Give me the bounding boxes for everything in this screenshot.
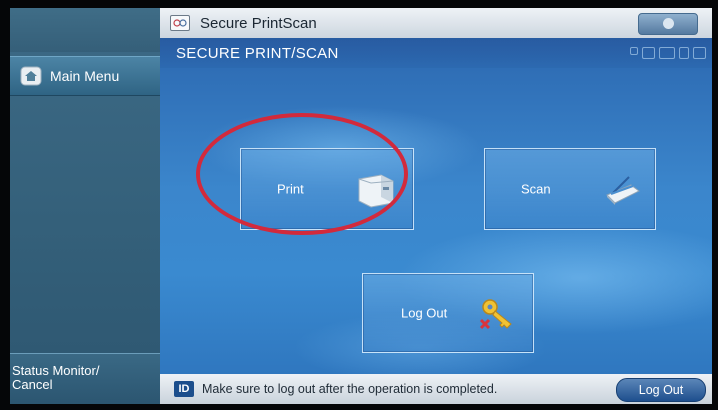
highlight-circle-annotation <box>196 113 408 235</box>
status-monitor-cancel-button[interactable]: Status Monitor/ Cancel <box>10 353 160 404</box>
screen: Main Menu Status Monitor/ Cancel Secure … <box>10 8 712 404</box>
scan-label: Scan <box>521 181 551 197</box>
home-icon <box>20 66 42 86</box>
status-message: Make sure to log out after the operation… <box>202 382 498 396</box>
main-menu-button[interactable]: Main Menu <box>10 56 160 96</box>
scan-button[interactable]: Scan <box>484 148 656 230</box>
header-decor-icons <box>630 47 706 59</box>
decor-square-icon <box>659 47 675 59</box>
title-bar: Secure PrintScan <box>160 8 712 38</box>
logout-button[interactable]: Log Out <box>616 378 706 402</box>
counter-check-button[interactable] <box>638 13 698 35</box>
logout-tile-label: Log Out <box>401 305 448 321</box>
counter-icon <box>663 18 674 29</box>
status-monitor-label: Status Monitor/ Cancel <box>12 363 100 392</box>
window-title: Secure PrintScan <box>200 14 317 32</box>
sidebar-top <box>10 8 160 52</box>
decor-square-icon <box>630 47 638 55</box>
key-logout-icon <box>479 296 519 335</box>
decor-square-icon <box>693 47 706 59</box>
device-frame: Main Menu Status Monitor/ Cancel Secure … <box>0 0 718 410</box>
decor-square-icon <box>679 47 689 59</box>
status-bar: ID Make sure to log out after the operat… <box>160 374 712 404</box>
sidebar: Main Menu Status Monitor/ Cancel <box>10 8 160 404</box>
id-badge-icon: ID <box>174 381 194 397</box>
printscan-app-icon <box>170 15 190 31</box>
decor-square-icon <box>642 47 655 59</box>
panel-header: SECURE PRINT/SCAN <box>160 38 712 68</box>
logout-tile-button[interactable]: Log Out <box>362 273 534 353</box>
main-menu-label: Main Menu <box>50 68 120 84</box>
panel-title: SECURE PRINT/SCAN <box>176 44 339 62</box>
scanner-icon <box>603 173 641 210</box>
